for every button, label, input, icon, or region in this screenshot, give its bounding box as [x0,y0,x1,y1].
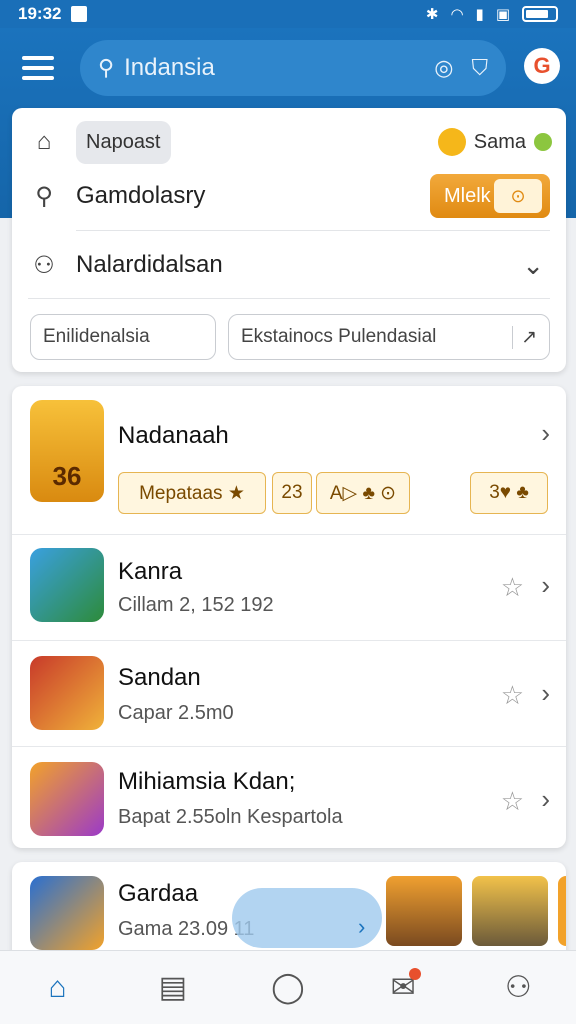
nav-notes-icon[interactable]: ▤ [143,958,203,1018]
suggestion-label: Nalardidalsan [76,251,223,278]
thumbnail-1[interactable] [386,876,462,946]
list-item-title: Kanra [118,558,183,585]
suggestion-row-home[interactable]: ⌂ Napoast Sama [12,118,566,166]
list-item-subtitle: Capar 2.5m0 [118,702,234,724]
thumbnail-2[interactable] [472,876,548,946]
shield-icon[interactable]: ⛉ [471,55,488,81]
status-time: 19:32 [18,4,62,23]
hamburger-menu-icon[interactable] [22,56,54,82]
tag-hearts[interactable]: 3♥ ♣ [470,472,548,514]
nav-profile-icon[interactable]: ⚇ [488,958,548,1018]
star-icon[interactable]: ☆ [501,680,524,711]
search-suggestions-card: ⌂ Napoast Sama ⚲ Gamdolasry Mlelk ⊙ ⚇ Na… [12,108,566,372]
mlelk-label: Mlelk [444,184,491,207]
chevron-down-icon[interactable]: ⌄ [522,250,544,281]
nav-info-icon[interactable]: ◯ [258,958,318,1018]
status-bar: 19:32 ✱ ◠ ▮ ▣ [0,0,576,28]
arrow-up-right-icon[interactable]: ↗ [512,325,537,349]
tag-icons[interactable]: A▷ ♣ ⊙ [316,472,410,514]
status-icons: ✱ ◠ ▮ ▣ [426,5,558,23]
bottom-navigation: ⌂ ▤ ◯ ✉ ⚇ [0,950,576,1024]
filter-pill-1-label: Enilidenalsia [43,326,150,347]
divider [76,230,550,231]
camera-lens-icon[interactable]: ◎ [434,55,453,81]
chevron-right-icon[interactable]: › [541,418,550,449]
filter-pill-1[interactable]: Enilidenalsia [30,314,216,360]
nav-home-icon[interactable]: ⌂ [28,958,88,1018]
tag-number[interactable]: 23 [272,472,312,514]
list-item-title: Sandan [118,664,201,691]
person-icon: ⚇ [33,251,55,279]
list-item-subtitle: Bapat 2.55oln Kespartola [118,806,343,828]
app-list-card: 36 Nadanaah › Mepataas ★ 23 A▷ ♣ ⊙ 3♥ ♣ … [12,386,566,848]
chevron-right-icon[interactable]: › [541,678,550,709]
sama-label[interactable]: Sama [437,128,552,156]
app-icon-mihiamsia [30,762,104,836]
brand-logo[interactable]: G [524,48,560,84]
search-input[interactable]: Indansia [124,54,416,82]
star-icon[interactable]: ☆ [501,572,524,603]
chevron-right-icon[interactable]: › [541,784,550,815]
suggestion-row-person[interactable]: ⚇ Nalardidalsan ⌄ [12,240,566,290]
list-item-title: Mihiamsia Kdan; [118,768,296,795]
signal-icon: ▮ [475,6,484,23]
app-icon-kanra [30,548,104,622]
search-icon: ⚲ [35,182,53,210]
filter-pill-2[interactable]: Ekstainocs Pulendasial ↗ [228,314,550,360]
bottom-card-title: Gardaa [118,880,199,907]
battery-icon [522,6,558,22]
divider [12,534,566,535]
featured-title: Nadanaah [118,422,229,449]
divider [28,298,550,299]
divider [12,746,566,747]
sama-text: Sama [473,130,526,153]
mlelk-inner-icon: ⊙ [494,179,542,213]
nfc-icon: ▣ [495,6,510,23]
notification-icon [71,6,88,22]
search-icon: ⚲ [98,55,115,80]
thumbnail-3[interactable] [558,876,566,946]
suggestion-label: Gamdolasry [76,182,206,209]
app-icon-gardaa [30,876,104,950]
wifi-icon: ◠ [450,6,464,23]
mlelk-button[interactable]: Mlelk ⊙ [430,174,550,218]
app-icon-sandan [30,656,104,730]
leaf-icon [534,133,552,151]
nav-inbox-icon[interactable]: ✉ [373,958,433,1018]
divider [12,640,566,641]
filter-pill-2-label: Ekstainocs Pulendasial [241,326,437,347]
bluetooth-icon: ✱ [425,6,439,23]
suggestion-row-search[interactable]: ⚲ Gamdolasry Mlelk ⊙ [12,172,566,220]
list-item-subtitle: Cillam 2, 152 192 [118,594,274,616]
emoji-face-icon [437,128,466,156]
chevron-right-icon[interactable]: › [541,570,550,601]
star-icon[interactable]: ☆ [501,786,524,817]
home-icon: ⌂ [36,128,52,155]
notification-badge [409,967,422,980]
tag-mepataas[interactable]: Mepataas ★ [118,472,266,514]
chevron-right-icon[interactable]: › [358,914,365,940]
bottom-app-card[interactable]: Gardaa Gama 23.09 11 › [12,862,566,958]
featured-app-icon: 36 [30,400,104,502]
search-bar[interactable]: ⚲ Indansia ◎ ⛉ [80,40,506,96]
suggestion-chip[interactable]: Napoast [76,120,171,164]
